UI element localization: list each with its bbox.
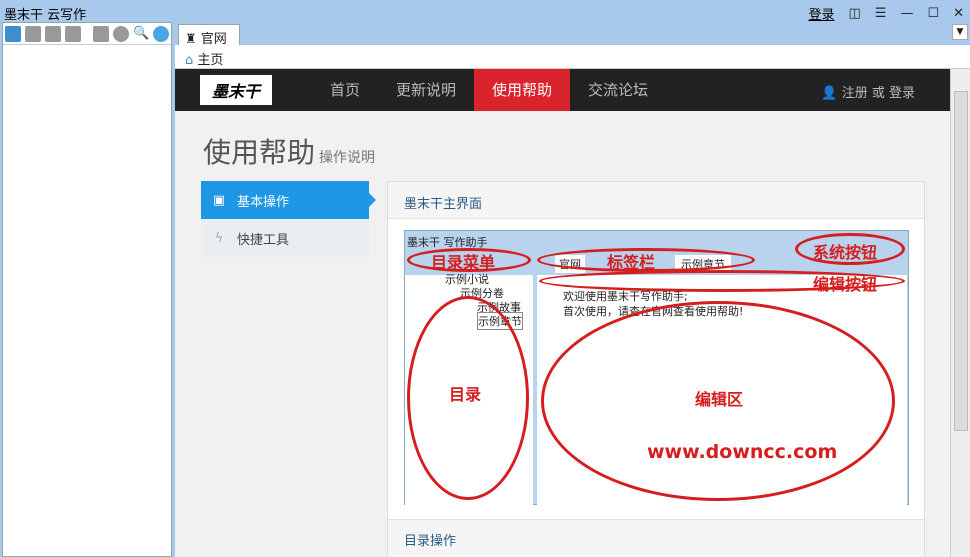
watermark: www.downcc.com bbox=[647, 441, 838, 463]
scrollbar[interactable] bbox=[950, 69, 970, 557]
side-item-shortcuts[interactable]: ϟ 快捷工具 bbox=[201, 219, 369, 257]
web-view: 墨末干 首页 更新说明 使用帮助 交流论坛 👤 注册 或 登录 使用帮助 操作说明… bbox=[175, 69, 950, 557]
menu-icon[interactable]: ☰ bbox=[875, 6, 887, 21]
annotation-label: 标签栏 bbox=[607, 253, 656, 272]
main-interface-screenshot: 墨末干 写作助手 示例小说 示例分卷 示例故事 示例章节 官网 示例章节 欢迎使… bbox=[404, 230, 909, 505]
annotation-label: 目录菜单 bbox=[431, 253, 496, 272]
tab-bar: ♜ 官网 ▼ bbox=[175, 22, 970, 47]
site-logo[interactable]: 墨末干 bbox=[200, 75, 272, 105]
sync-icon[interactable] bbox=[153, 26, 169, 42]
side-item-basic[interactable]: ▣ 基本操作 bbox=[201, 181, 376, 219]
nav-home[interactable]: 首页 bbox=[312, 69, 378, 111]
login-link[interactable]: 登录 bbox=[808, 4, 834, 23]
side-label: 基本操作 bbox=[237, 194, 290, 210]
register-login-link[interactable]: 👤 注册 或 登录 bbox=[821, 82, 915, 101]
tab-official-site[interactable]: ♜ 官网 bbox=[178, 24, 240, 47]
directory-toolbar: 🔍 bbox=[3, 23, 171, 45]
help-panel: 墨末干主界面 墨末干 写作助手 示例小说 示例分卷 示例故事 示例章节 官网 示… bbox=[387, 181, 925, 557]
annotation-label: 编辑区 bbox=[695, 390, 744, 409]
minimize-icon[interactable]: — bbox=[900, 6, 913, 21]
scroll-thumb[interactable] bbox=[954, 91, 968, 431]
rename-icon[interactable] bbox=[93, 26, 109, 42]
side-label: 快捷工具 bbox=[237, 232, 290, 248]
register-login-text: 注册 或 登录 bbox=[841, 86, 915, 101]
panel-title: 墨末干主界面 bbox=[388, 182, 924, 219]
book-icon: ▣ bbox=[212, 192, 226, 208]
page-subtitle: 操作说明 bbox=[319, 150, 376, 166]
home-bar: ⌂ 主页 bbox=[175, 45, 970, 69]
close-icon[interactable]: ✕ bbox=[953, 6, 964, 21]
bolt-icon: ϟ bbox=[214, 230, 224, 246]
page-title: 使用帮助 操作说明 bbox=[203, 131, 375, 171]
app-title: 墨末干 云写作 bbox=[4, 8, 87, 23]
site-nav: 墨末干 首页 更新说明 使用帮助 交流论坛 👤 注册 或 登录 bbox=[175, 69, 950, 111]
new-story-icon[interactable] bbox=[65, 26, 81, 42]
home-icon[interactable]: ⌂ bbox=[185, 53, 193, 68]
panel-directory-ops[interactable]: 目录操作 bbox=[387, 519, 925, 557]
page-title-text: 使用帮助 bbox=[203, 136, 316, 169]
tab-dropdown-button[interactable]: ▼ bbox=[952, 24, 968, 40]
layout-icon[interactable]: ◫ bbox=[848, 6, 860, 21]
annotation-label: 系统按钮 bbox=[813, 243, 878, 262]
search-icon[interactable]: 🔍 bbox=[133, 26, 149, 42]
directory-pane: 🔍 bbox=[2, 22, 172, 557]
window-controls: 登录 ◫ ☰ — ☐ ✕ bbox=[808, 4, 964, 23]
maximize-icon[interactable]: ☐ bbox=[927, 6, 939, 21]
nav-updates[interactable]: 更新说明 bbox=[378, 69, 474, 111]
nav-forum[interactable]: 交流论坛 bbox=[570, 69, 666, 111]
new-book-icon[interactable] bbox=[5, 26, 21, 42]
help-sidebar: ▣ 基本操作 ϟ 快捷工具 bbox=[201, 181, 376, 257]
nav-help[interactable]: 使用帮助 bbox=[474, 69, 571, 111]
new-volume-icon[interactable] bbox=[25, 26, 41, 42]
user-icon: 👤 bbox=[821, 86, 838, 101]
annotation-label: 目录 bbox=[449, 385, 482, 404]
delete-icon[interactable] bbox=[113, 26, 129, 42]
annotation-label: 编辑按钮 bbox=[813, 275, 878, 294]
new-chapter-icon[interactable] bbox=[45, 26, 61, 42]
home-link[interactable]: 主页 bbox=[197, 53, 223, 68]
